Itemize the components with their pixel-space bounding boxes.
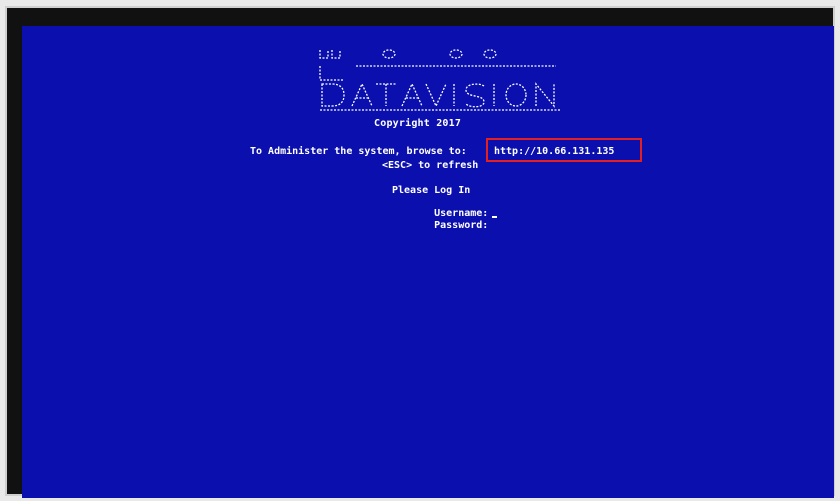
text-cursor (492, 216, 498, 218)
refresh-hint: <ESC> to refresh (382, 160, 479, 171)
ascii-logo: d (294, 48, 582, 116)
admin-url-link[interactable]: http://10.66.131.135 (486, 138, 642, 162)
admin-prompt: To Administer the system, browse to: (250, 146, 467, 157)
password-label: Password: (434, 220, 489, 231)
console-screen: d Copyright 2017 To Administer the syste… (22, 26, 834, 498)
copyright-text: Copyright 2017 (374, 118, 462, 129)
login-title: Please Log In (392, 185, 471, 196)
console-frame: d Copyright 2017 To Administer the syste… (5, 6, 835, 498)
password-row[interactable]: Password: (398, 209, 488, 242)
